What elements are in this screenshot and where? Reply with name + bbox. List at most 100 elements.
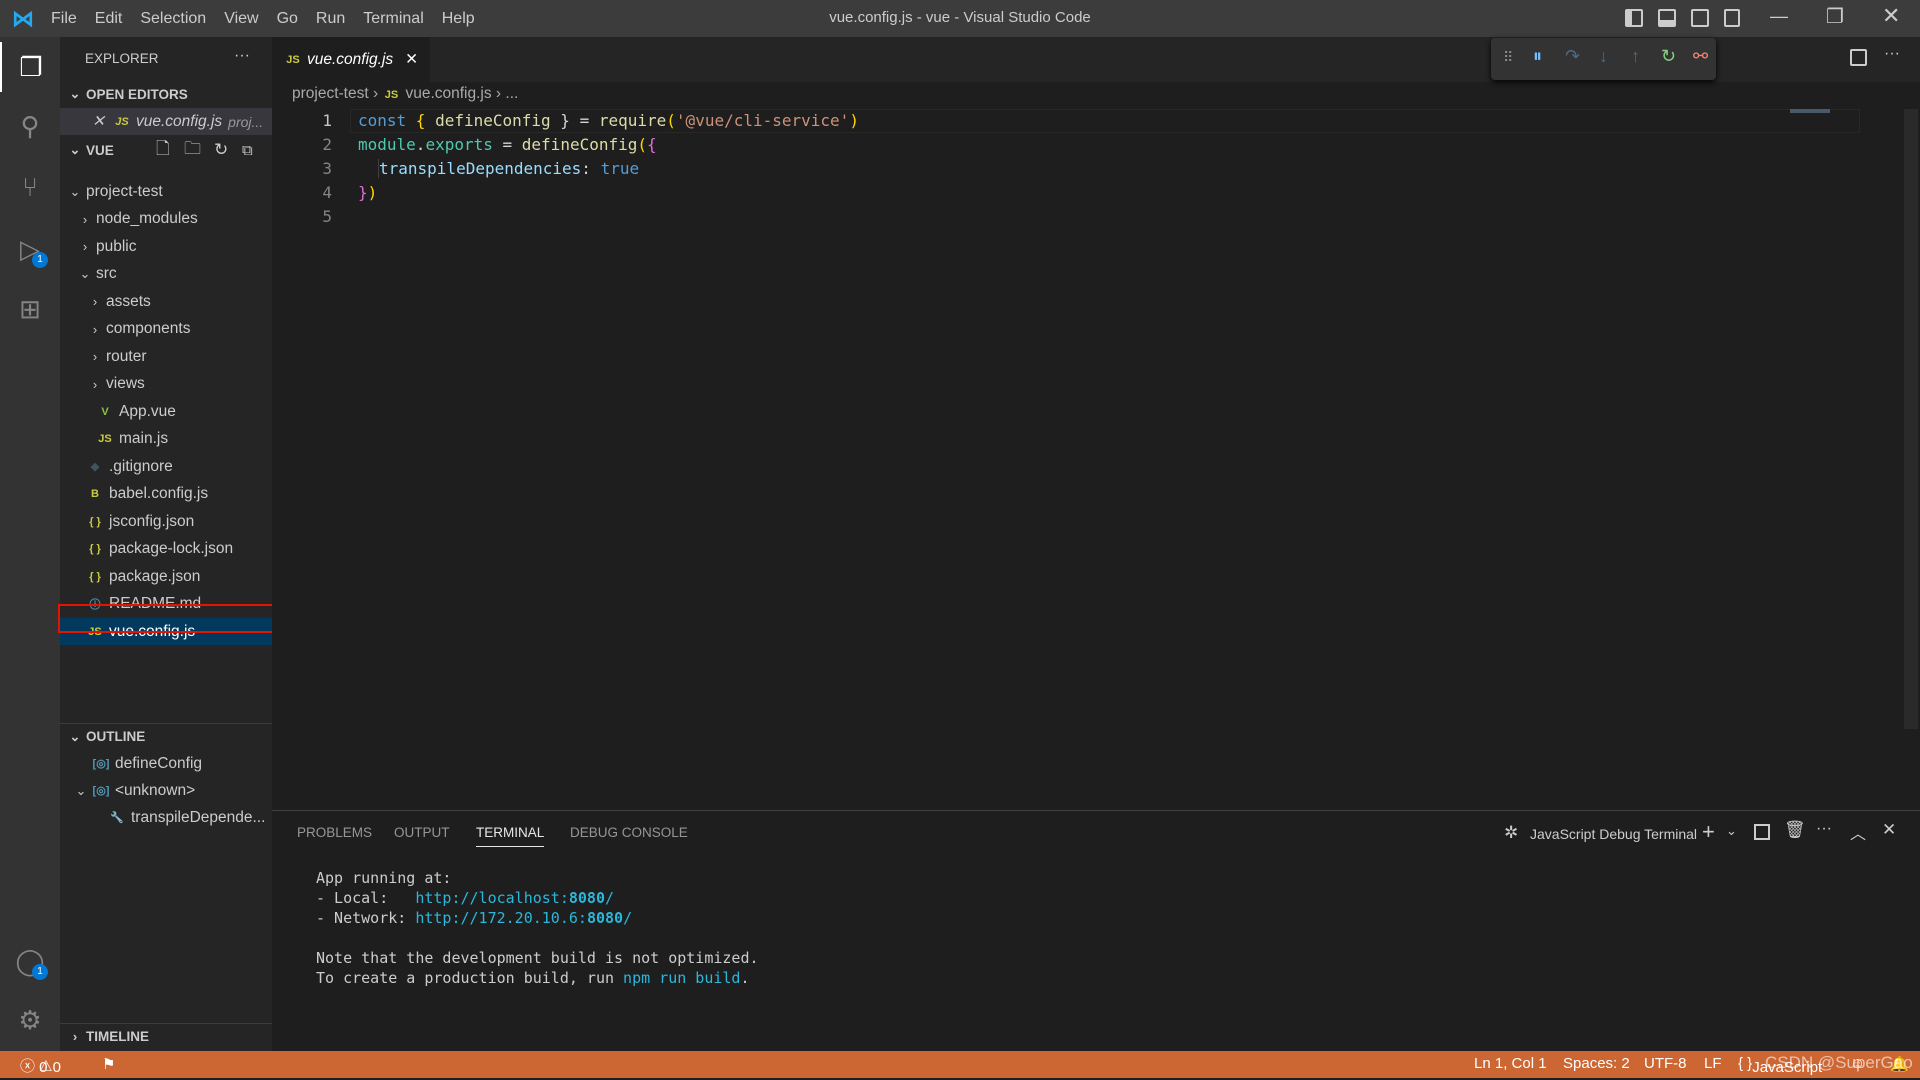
- minimap[interactable]: [1790, 109, 1830, 113]
- extensions-icon[interactable]: ⊞: [0, 284, 60, 334]
- outline-item[interactable]: [◎] defineConfig: [60, 750, 272, 777]
- restore-button[interactable]: ❐: [1826, 4, 1844, 29]
- drag-handle-icon[interactable]: ⠿: [1503, 49, 1513, 66]
- tree-item[interactable]: › public: [60, 233, 272, 260]
- tree-item[interactable]: JS main.js: [60, 426, 272, 453]
- maximize-panel-icon[interactable]: ︿: [1850, 820, 1866, 844]
- terminal-name[interactable]: JavaScript Debug Terminal: [1530, 826, 1697, 842]
- pause-icon[interactable]: ⏸: [1533, 46, 1542, 67]
- tree-item[interactable]: ◆ .gitignore: [60, 453, 272, 480]
- section-label: TIMELINE: [86, 1029, 149, 1044]
- end-of-line[interactable]: LF: [1704, 1055, 1722, 1072]
- open-editor-item[interactable]: ✕ JS vue.config.js proj...: [60, 108, 272, 135]
- network-url-link[interactable]: http://172.20.10.6:8080/: [415, 909, 632, 927]
- panel-more-icon[interactable]: ···: [1816, 820, 1832, 838]
- timeline-header[interactable]: › TIMELINE: [60, 1023, 272, 1049]
- toggle-panel-icon[interactable]: [1658, 9, 1676, 27]
- new-file-icon[interactable]: 🗋: [156, 136, 170, 165]
- close-panel-icon[interactable]: ✕: [1882, 820, 1896, 840]
- search-icon[interactable]: ⚲: [0, 101, 60, 151]
- tree-item[interactable]: › assets: [60, 288, 272, 315]
- menu-help[interactable]: Help: [433, 10, 484, 28]
- js-file-icon: JS: [115, 115, 129, 128]
- vscode-logo-icon: ⋈: [12, 6, 34, 31]
- language-mode[interactable]: { } JavaScript: [1738, 1055, 1822, 1076]
- menu-selection[interactable]: Selection: [131, 10, 215, 28]
- menu-run[interactable]: Run: [307, 10, 354, 28]
- tree-item[interactable]: { } package.json: [60, 563, 272, 590]
- minimize-button[interactable]: —: [1770, 6, 1788, 27]
- split-editor-icon[interactable]: [1850, 49, 1867, 66]
- kill-terminal-trash-icon[interactable]: 🗑: [1784, 820, 1806, 840]
- terminal-line: - Local: http://localhost:8080/: [316, 889, 615, 907]
- tab-problems[interactable]: PROBLEMS: [297, 825, 372, 840]
- code-line-3: transpileDependencies: true: [378, 159, 640, 178]
- menu-file[interactable]: File: [42, 10, 86, 28]
- close-tab-icon[interactable]: ✕: [405, 50, 418, 69]
- menu-terminal[interactable]: Terminal: [354, 10, 432, 28]
- tree-item-label: package-lock.json: [109, 540, 234, 557]
- step-into-icon[interactable]: ↓: [1599, 46, 1608, 67]
- debug-launch-icon[interactable]: ⚑: [102, 1055, 115, 1073]
- breadcrumb-folder[interactable]: project-test: [292, 85, 369, 102]
- new-folder-icon[interactable]: 🗀: [184, 136, 201, 165]
- tree-item[interactable]: { } jsconfig.json: [60, 508, 272, 535]
- tab-vue-config-js[interactable]: JS vue.config.js ✕: [272, 37, 431, 82]
- step-out-icon[interactable]: ↑: [1631, 46, 1640, 67]
- vertical-scrollbar[interactable]: [1904, 109, 1918, 729]
- terminal-dropdown-icon[interactable]: ⌄: [1726, 823, 1737, 839]
- settings-gear-icon[interactable]: ⚙: [0, 995, 60, 1045]
- outline-item[interactable]: 🔧 transpileDepende...: [60, 804, 272, 831]
- line-number: 1: [322, 111, 332, 130]
- tree-item[interactable]: › node_modules: [60, 206, 272, 233]
- line-number: 5: [322, 207, 332, 226]
- editor-more-actions-icon[interactable]: ···: [1884, 45, 1900, 63]
- tree-item[interactable]: › views: [60, 371, 272, 398]
- encoding[interactable]: UTF-8: [1644, 1055, 1687, 1072]
- menu-view[interactable]: View: [215, 10, 267, 28]
- restart-icon[interactable]: ↻: [1661, 46, 1676, 67]
- explorer-icon[interactable]: ❐: [0, 42, 60, 92]
- tree-item[interactable]: › components: [60, 316, 272, 343]
- indentation[interactable]: Spaces: 2: [1563, 1055, 1630, 1072]
- vue-folder-header[interactable]: ⌄ VUE 🗋 🗀 ↻ ⧉: [60, 137, 272, 163]
- tab-output[interactable]: OUTPUT: [394, 825, 450, 840]
- more-actions-icon[interactable]: ···: [234, 47, 250, 65]
- menu-edit[interactable]: Edit: [86, 10, 132, 28]
- tree-item[interactable]: › router: [60, 343, 272, 370]
- run-debug-icon[interactable]: ▷ 1: [0, 224, 60, 274]
- code-editor[interactable]: 1 2 3 4 5 const { defineConfig } = requi…: [272, 82, 1920, 310]
- outline-item[interactable]: ⌄ [◎] <unknown>: [60, 777, 272, 804]
- chevron-right-icon: ›: [82, 211, 88, 227]
- tree-item[interactable]: Bbabel.config.js: [60, 481, 272, 508]
- step-over-icon[interactable]: ↷: [1565, 46, 1580, 67]
- split-terminal-icon[interactable]: [1754, 824, 1770, 840]
- breadcrumb-symbol[interactable]: ...: [505, 85, 518, 102]
- refresh-icon[interactable]: ↻: [214, 140, 228, 160]
- tree-item[interactable]: ⌄ project-test: [60, 178, 272, 205]
- source-control-icon[interactable]: ⑂: [0, 162, 60, 212]
- toggle-secondary-sidebar-icon[interactable]: [1691, 9, 1709, 27]
- collapse-all-icon[interactable]: ⧉: [242, 142, 253, 159]
- open-editors-header[interactable]: ⌄ OPEN EDITORS: [60, 81, 272, 107]
- tab-terminal[interactable]: TERMINAL: [476, 825, 545, 847]
- breadcrumb-file[interactable]: vue.config.js: [405, 85, 491, 102]
- menu-go[interactable]: Go: [268, 10, 307, 28]
- cursor-position[interactable]: Ln 1, Col 1: [1474, 1055, 1547, 1072]
- tab-debug-console[interactable]: DEBUG CONSOLE: [570, 825, 688, 840]
- tree-item[interactable]: { } package-lock.json: [60, 536, 272, 563]
- new-terminal-icon[interactable]: +: [1702, 819, 1715, 845]
- disconnect-icon[interactable]: ⚯: [1693, 46, 1708, 67]
- property-wrench-icon: 🔧: [110, 812, 124, 824]
- close-window-button[interactable]: ✕: [1882, 3, 1900, 29]
- customize-layout-icon[interactable]: [1724, 9, 1740, 27]
- chevron-down-icon: ⌄: [69, 183, 81, 199]
- account-icon[interactable]: ◯ 1: [0, 936, 60, 986]
- problems-status[interactable]: ⓧ 0 ⚠ 0: [20, 1055, 61, 1076]
- tree-item[interactable]: ⌄ src: [60, 261, 272, 288]
- outline-header[interactable]: ⌄ OUTLINE: [60, 723, 272, 749]
- local-url-link[interactable]: http://localhost:8080/: [415, 889, 614, 907]
- tree-item[interactable]: V App.vue: [60, 398, 272, 425]
- close-icon[interactable]: ✕: [92, 112, 105, 131]
- toggle-primary-sidebar-icon[interactable]: [1625, 9, 1643, 27]
